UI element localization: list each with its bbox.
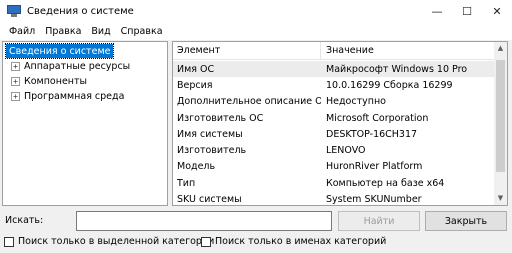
table-row[interactable]: Изготовитель LENOVO [173, 142, 495, 158]
find-button[interactable]: Найти [338, 211, 420, 231]
title-bar: Сведения о системе — ☐ ✕ [0, 0, 512, 22]
list-rows: Имя ОС Майкрософт Windows 10 Pro Версия 10.… [173, 61, 495, 206]
tree-item-hardware-resources[interactable]: + Аппаратные ресурсы [11, 59, 130, 73]
scroll-down-icon[interactable]: ▼ [494, 192, 507, 205]
element-cell: SKU системы [177, 194, 242, 206]
window-controls: — ☐ ✕ [422, 0, 512, 22]
scroll-thumb[interactable] [496, 60, 505, 172]
vertical-scrollbar[interactable]: ▲ ▼ [494, 42, 507, 205]
column-header-value[interactable]: Значение [321, 42, 374, 60]
details-list[interactable]: Элемент Значение Имя ОС Майкрософт Window… [172, 41, 508, 206]
minimize-button[interactable]: — [422, 0, 452, 22]
menu-view[interactable]: Вид [86, 26, 115, 37]
search-input[interactable] [76, 211, 332, 231]
value-cell: HuronRiver Platform [326, 161, 423, 173]
value-cell: LENOVO [326, 145, 366, 157]
category-tree[interactable]: Сведения о системе + Аппаратные ресурсы … [2, 41, 168, 206]
table-row[interactable]: Тип Компьютер на базе x64 [173, 175, 495, 191]
close-window-button[interactable]: ✕ [482, 0, 512, 22]
element-cell: Версия [177, 79, 213, 91]
expand-icon[interactable]: + [11, 91, 20, 101]
scroll-up-icon[interactable]: ▲ [494, 42, 507, 55]
value-cell: Компьютер на базе x64 [326, 177, 445, 189]
tree-item-software-environment[interactable]: + Программная среда [11, 89, 124, 103]
search-category-names-checkbox[interactable] [201, 236, 211, 247]
system-info-icon [7, 5, 21, 17]
element-cell: Изготовитель ОС [177, 112, 264, 124]
table-row[interactable]: Модель HuronRiver Platform [173, 159, 495, 175]
table-row[interactable]: Изготовитель ОС Microsoft Corporation [173, 110, 495, 126]
element-cell: Дополнительное описание ОС [177, 96, 321, 108]
tree-item-label: Сведения о системе [9, 45, 111, 57]
search-selected-category-label: Поиск только в выделенной категории [18, 236, 215, 247]
window-title: Сведения о системе [27, 5, 134, 17]
value-cell: 10.0.16299 Сборка 16299 [326, 79, 453, 91]
list-header: Элемент Значение [173, 42, 495, 60]
value-cell: Microsoft Corporation [326, 112, 429, 124]
menu-help[interactable]: Справка [116, 26, 168, 37]
tree-item-label: Аппаратные ресурсы [24, 60, 131, 72]
expand-icon[interactable]: + [11, 61, 20, 71]
value-cell: Майкрософт Windows 10 Pro [326, 63, 468, 75]
search-label: Искать: [5, 215, 44, 226]
search-category-names-option[interactable]: Поиск только в именах категорий [201, 236, 386, 247]
tree-item-label: Программная среда [24, 90, 125, 102]
tree-item-components[interactable]: + Компоненты [11, 74, 87, 88]
element-cell: Имя ОС [177, 63, 215, 75]
search-selected-category-option[interactable]: Поиск только в выделенной категории [4, 236, 214, 247]
menu-file[interactable]: Файл [4, 26, 40, 37]
value-cell: Недоступно [326, 96, 386, 108]
column-header-element[interactable]: Элемент [173, 42, 321, 60]
expand-icon[interactable]: + [11, 76, 20, 86]
search-category-names-label: Поиск только в именах категорий [215, 236, 387, 247]
menu-edit[interactable]: Правка [40, 26, 86, 37]
table-row[interactable]: Версия 10.0.16299 Сборка 16299 [173, 77, 495, 93]
tree-item-system-summary[interactable]: Сведения о системе [4, 43, 115, 59]
table-row[interactable]: SKU системы System SKUNumber [173, 191, 495, 206]
element-cell: Имя системы [177, 128, 243, 140]
tree-item-label: Компоненты [24, 75, 88, 87]
table-row[interactable]: Имя ОС Майкрософт Windows 10 Pro [173, 61, 495, 78]
table-row[interactable]: Дополнительное описание ОС Недоступно [173, 94, 495, 110]
search-selected-category-checkbox[interactable] [4, 236, 14, 247]
element-cell: Модель [177, 161, 216, 173]
value-cell: DESKTOP-16CH317 [326, 128, 418, 140]
close-button[interactable]: Закрыть [425, 211, 507, 231]
maximize-button[interactable]: ☐ [452, 0, 482, 22]
table-row[interactable]: Имя системы DESKTOP-16CH317 [173, 126, 495, 142]
value-cell: System SKUNumber [326, 194, 422, 206]
element-cell: Изготовитель [177, 145, 247, 157]
menu-bar: Файл Правка Вид Справка [0, 22, 512, 40]
element-cell: Тип [177, 177, 196, 189]
